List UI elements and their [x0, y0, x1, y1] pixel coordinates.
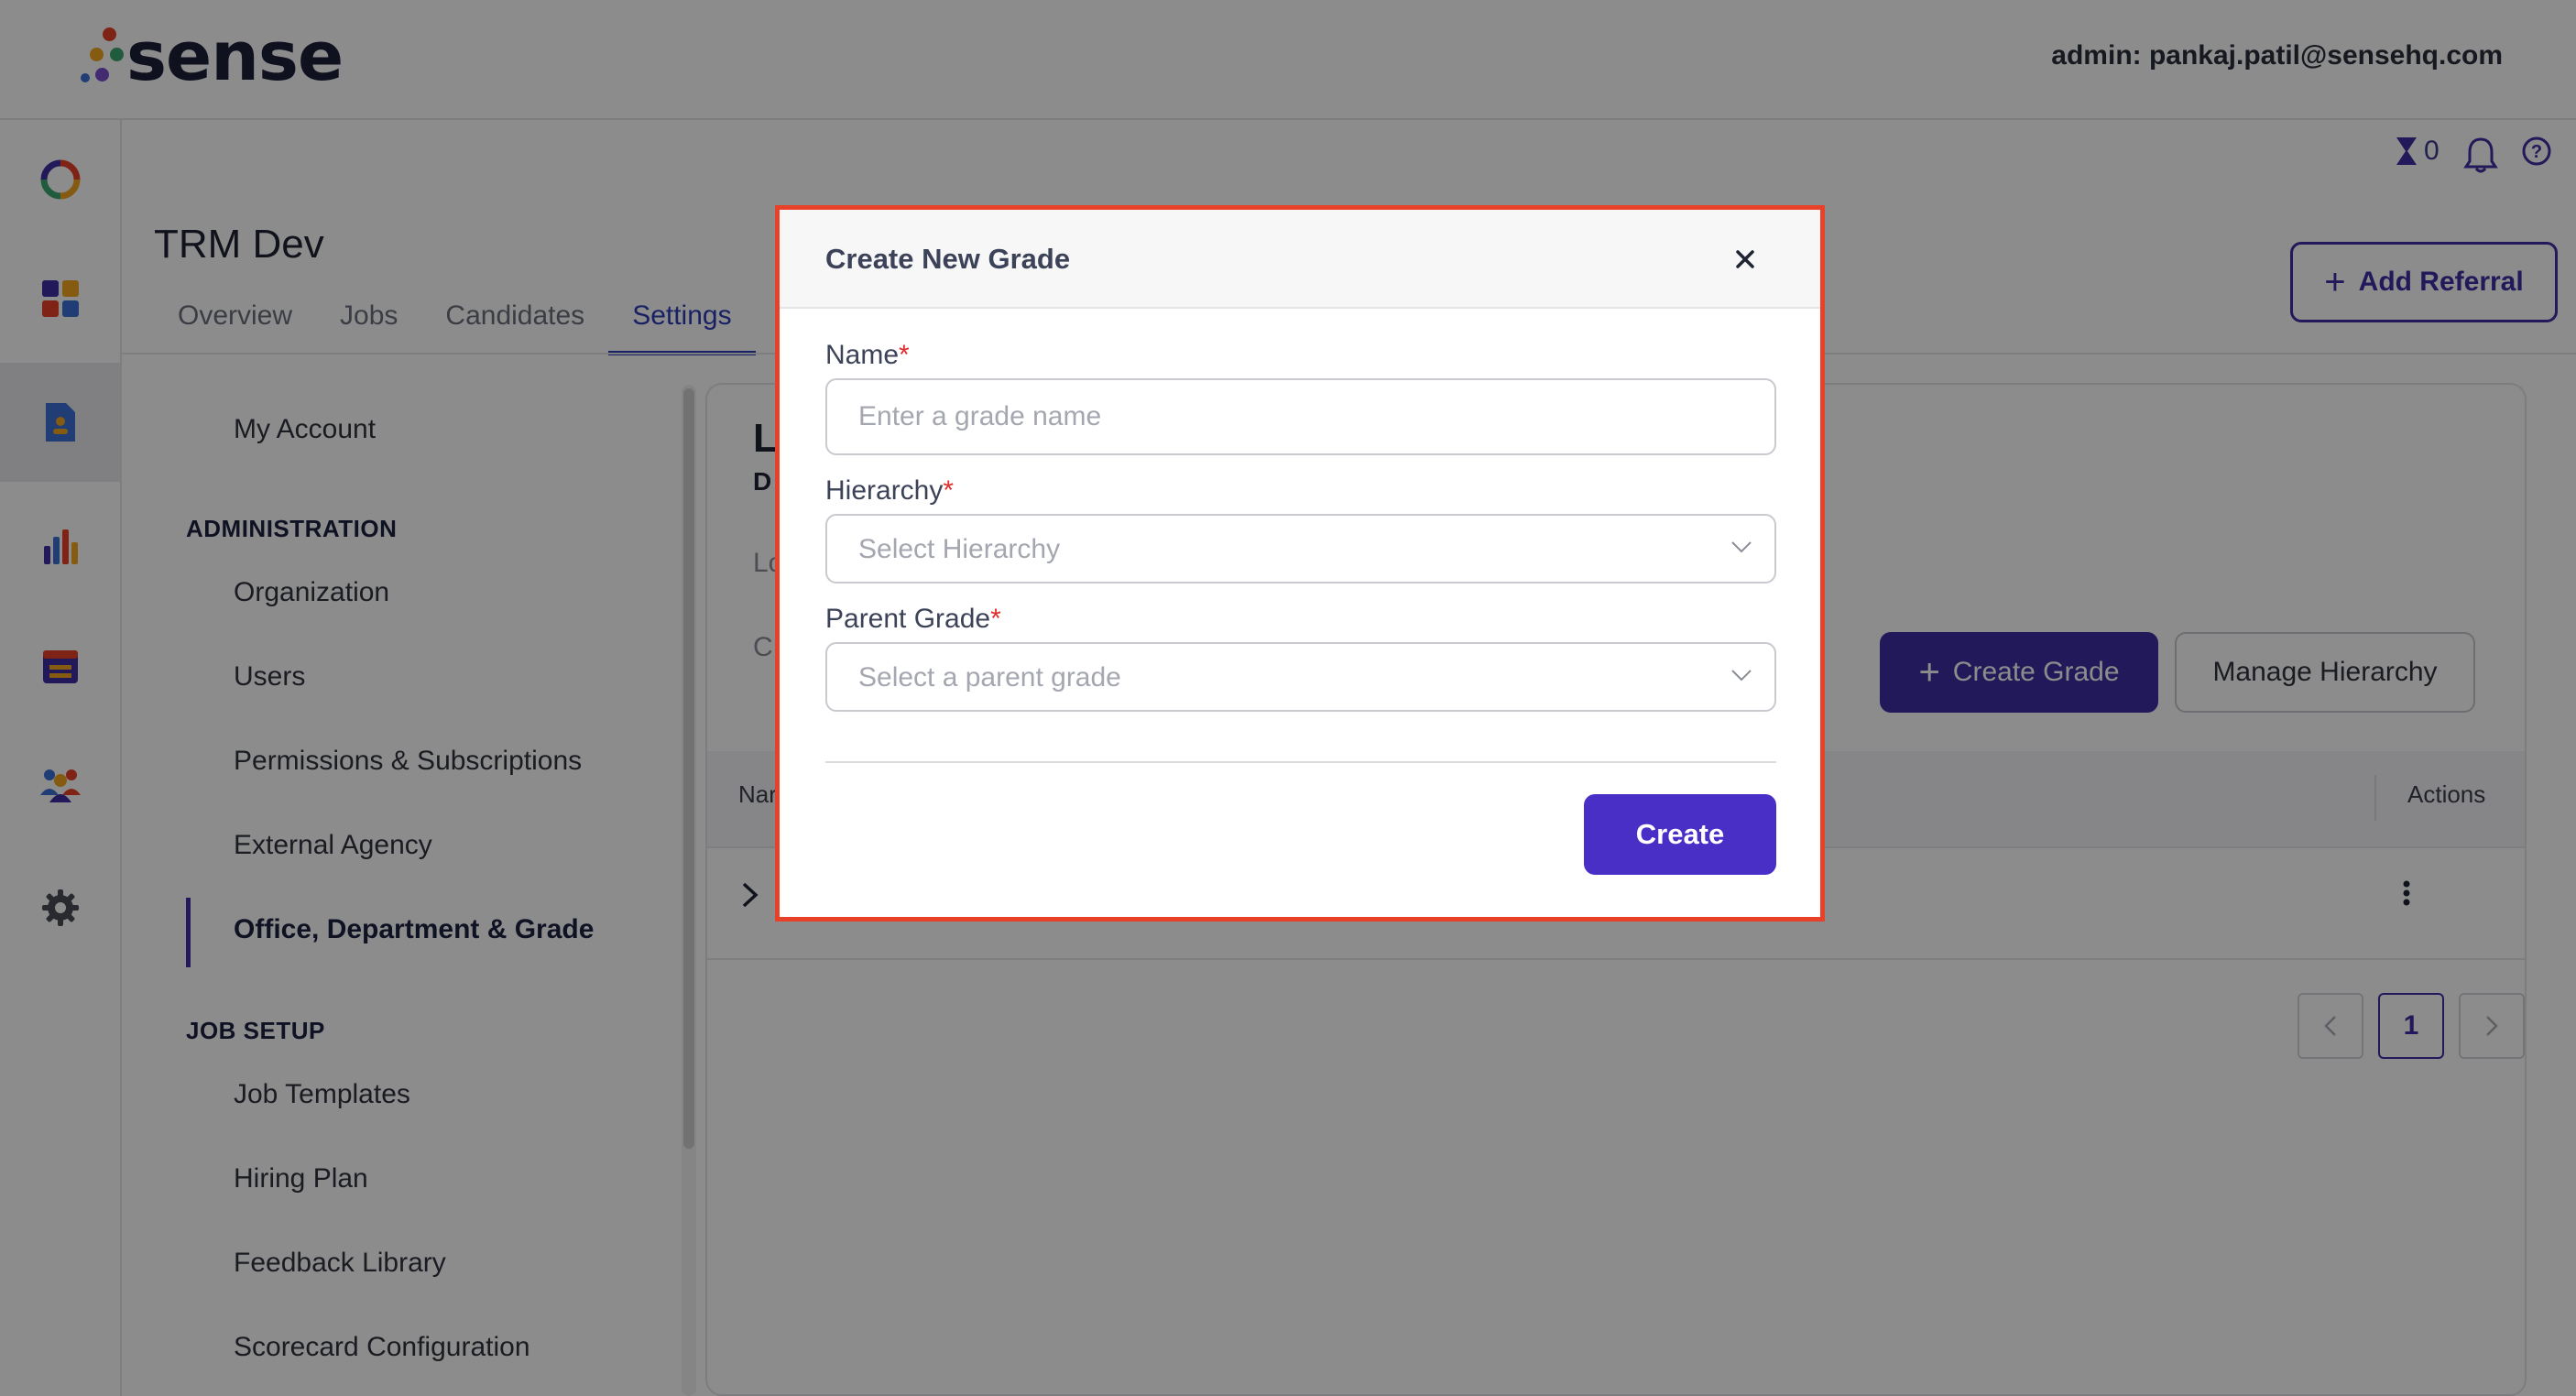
modal-title: Create New Grade [825, 243, 1071, 275]
hierarchy-select-placeholder: Select Hierarchy [858, 534, 1061, 564]
create-button[interactable]: Create [1584, 794, 1776, 875]
hierarchy-label: Hierarchy* [825, 475, 954, 507]
close-button[interactable] [1727, 241, 1763, 278]
required-mark: * [990, 604, 1001, 634]
parent-grade-label-text: Parent Grade [825, 604, 991, 634]
modal-divider [825, 761, 1776, 763]
required-mark: * [899, 340, 910, 370]
modal-header: Create New Grade [780, 210, 1820, 309]
grade-name-input[interactable] [825, 378, 1776, 455]
hierarchy-select[interactable]: Select Hierarchy [825, 514, 1776, 583]
hierarchy-label-text: Hierarchy [825, 475, 944, 506]
name-label-text: Name [825, 340, 900, 370]
parent-grade-label: Parent Grade* [825, 604, 1001, 635]
chevron-down-icon [1731, 541, 1752, 553]
close-icon [1736, 250, 1754, 268]
chevron-down-icon [1731, 670, 1752, 682]
name-label: Name* [825, 340, 910, 371]
required-mark: * [943, 475, 955, 506]
create-grade-modal: Create New Grade Name* Hierarchy* Select… [775, 205, 1825, 922]
parent-grade-select-placeholder: Select a parent grade [858, 662, 1121, 693]
parent-grade-select[interactable]: Select a parent grade [825, 642, 1776, 712]
